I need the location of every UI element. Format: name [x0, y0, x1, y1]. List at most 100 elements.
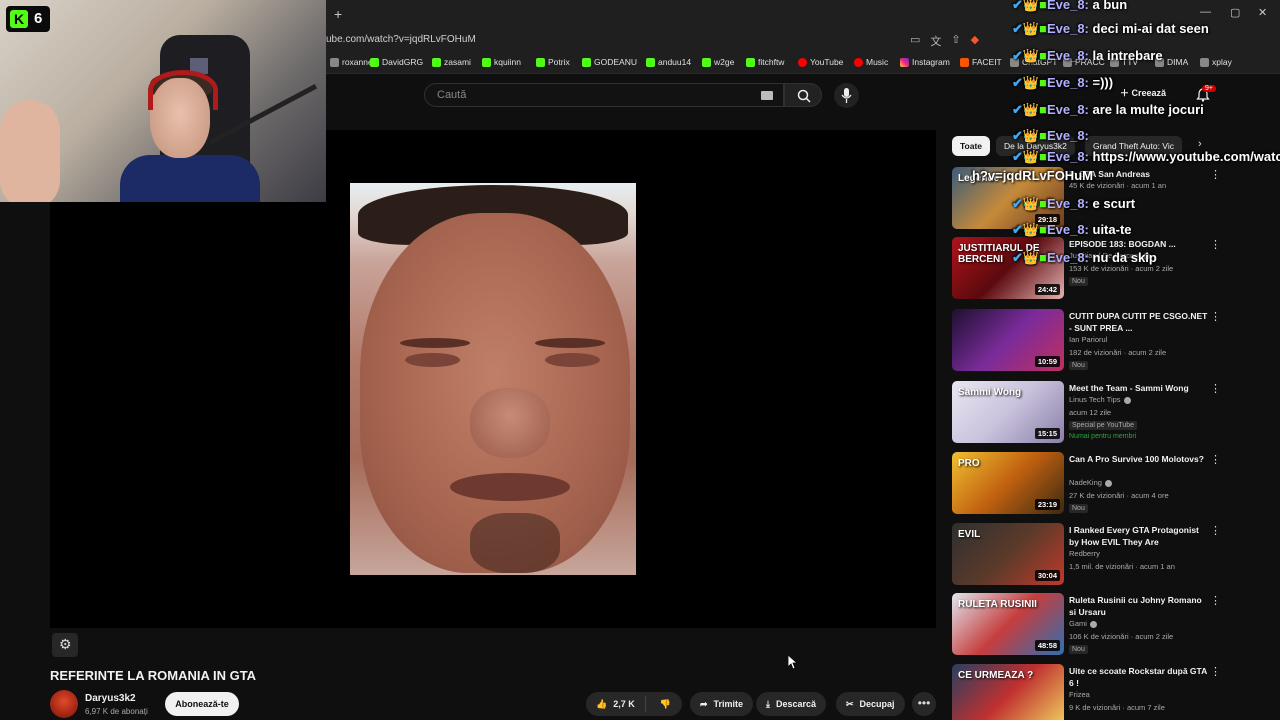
video-title[interactable]: CUTIT DUPA CUTIT PE CSGO.NET - SUNT PREA…	[1069, 310, 1209, 334]
bookmark-anduu14[interactable]: anduu14	[646, 57, 691, 67]
close-window-icon[interactable]: ✕	[1258, 6, 1267, 19]
video-thumbnail[interactable]: EVIL 30:04	[952, 523, 1064, 585]
crown-badge-icon: 👑	[1022, 48, 1040, 63]
verified-icon	[1104, 479, 1112, 487]
bookmark-davidgrg[interactable]: DavidGRG	[370, 57, 423, 67]
more-vertical-icon[interactable]: ⋮	[1210, 594, 1221, 607]
more-vertical-icon[interactable]: ⋮	[1210, 238, 1221, 251]
keyboard-icon[interactable]	[761, 91, 773, 100]
chat-username: Eve_8:	[1046, 250, 1089, 265]
like-dislike-group: 👍 2,7 K 👎	[586, 692, 682, 716]
more-vertical-icon[interactable]: ⋮	[1210, 168, 1221, 181]
kick-icon	[702, 57, 711, 67]
bookmark-potrix[interactable]: Potrix	[536, 57, 570, 67]
bookmark-roxanne[interactable]: roxanne	[330, 57, 373, 67]
channel-name[interactable]: Daryus3k2	[85, 693, 136, 704]
video-title[interactable]: Can A Pro Survive 100 Molotovs?	[1069, 453, 1209, 465]
more-vertical-icon[interactable]: ⋮	[1210, 310, 1221, 323]
recommended-video[interactable]: 10:59 CUTIT DUPA CUTIT PE CSGO.NET - SUNT…	[952, 309, 1222, 373]
video-thumbnail[interactable]: Sammi Wong 15:15	[952, 381, 1064, 443]
share-icon[interactable]: ⇧	[951, 33, 960, 49]
more-vertical-icon[interactable]: ⋮	[1210, 665, 1221, 678]
recommended-video[interactable]: PRO 23:19 Can A Pro Survive 100 Molotovs? N…	[952, 452, 1222, 516]
bookmark-instagram[interactable]: Instagram	[900, 57, 950, 67]
recommended-video[interactable]: CE URMEAZA ? Uite ce scoate Rockstar după…	[952, 664, 1222, 720]
channel-name[interactable]: Linus Tech Tips	[1069, 395, 1131, 404]
video-player[interactable]	[50, 130, 936, 628]
bookmark-w2ge[interactable]: w2ge	[702, 57, 734, 67]
channel-avatar[interactable]	[50, 690, 78, 718]
minimize-icon[interactable]: —	[1200, 6, 1211, 18]
bookmark-kquiinn[interactable]: kquiinn	[482, 57, 521, 67]
url-text[interactable]: ube.com/watch?v=jqdRLvFOHuM	[326, 34, 476, 45]
recommended-video[interactable]: EVIL 30:04 I Ranked Every GTA Protagonist …	[952, 523, 1222, 587]
video-thumbnail[interactable]: PRO 23:19	[952, 452, 1064, 514]
chat-username: Eve_8:	[1046, 128, 1089, 143]
bookmark-label: DavidGRG	[382, 57, 424, 67]
more-actions-button[interactable]: •••	[912, 692, 936, 716]
bookmark-faceit[interactable]: FACEIT	[960, 57, 1002, 67]
dislike-button[interactable]: 👎	[652, 699, 671, 710]
search-button[interactable]	[784, 83, 822, 107]
chat-username: Eve_8:	[1046, 102, 1089, 117]
verified-badge-icon: ✔	[1012, 128, 1023, 143]
channel-name[interactable]: Gami	[1069, 619, 1097, 628]
bookmark-fitchftw[interactable]: fitchftw	[746, 57, 784, 67]
sub-badge-icon: ■	[1039, 149, 1047, 164]
kick-logo-icon: K	[10, 10, 28, 28]
channel-name[interactable]: Ian Pariorul	[1069, 335, 1107, 344]
more-vertical-icon[interactable]: ⋮	[1210, 382, 1221, 395]
video-thumbnail[interactable]: JUSTITIARUL DE BERCENI 24:42	[952, 237, 1064, 299]
mouse-cursor-icon	[788, 655, 798, 670]
sub-badge-icon: ■	[1039, 0, 1047, 12]
channel-name[interactable]: Redberry	[1069, 549, 1100, 558]
video-thumbnail[interactable]: 10:59	[952, 309, 1064, 371]
more-vertical-icon[interactable]: ⋮	[1210, 524, 1221, 537]
channel-name[interactable]: Frizea	[1069, 690, 1090, 699]
bookmark-xplay[interactable]: xplay	[1200, 57, 1232, 67]
video-thumbnail[interactable]: RULETA RUSINII 48:58	[952, 593, 1064, 655]
recommended-video[interactable]: Sammi Wong 15:15 Meet the Team - Sammi Won…	[952, 381, 1222, 445]
translate-icon[interactable]: 文	[930, 33, 941, 49]
like-count: 2,7 K	[613, 699, 635, 709]
filter-chip[interactable]: Toate	[952, 136, 991, 156]
like-button[interactable]: 👍 2,7 K	[586, 696, 646, 712]
voice-search-button[interactable]	[834, 83, 859, 108]
brave-shield-icon[interactable]: ◆	[971, 33, 979, 49]
video-meta: 182 de vizionări · acum 2 zile	[1069, 348, 1167, 357]
clip-button[interactable]: ✂ Decupaj	[836, 692, 905, 716]
recommended-video[interactable]: RULETA RUSINII 48:58 Ruleta Rusinii cu Joh…	[952, 593, 1222, 657]
search-input[interactable]: Caută	[424, 83, 784, 107]
bookmark-label: w2ge	[714, 57, 735, 67]
subscribe-button[interactable]: Abonează-te	[165, 692, 239, 716]
player-settings-button[interactable]: ⚙	[52, 633, 78, 657]
video-title[interactable]: I Ranked Every GTA Protagonist by How EV…	[1069, 524, 1209, 548]
channel-name[interactable]: NadeKing	[1069, 478, 1112, 487]
maximize-icon[interactable]: ▢	[1230, 6, 1240, 19]
share-button[interactable]: ➦ Trimite	[690, 692, 754, 716]
bookmark-youtube[interactable]: YouTube	[798, 57, 843, 67]
bookmark-godeanu[interactable]: GODEANU	[582, 57, 637, 67]
download-button[interactable]: ⤓ Descarcă	[756, 692, 827, 716]
recommended-video[interactable]: JUSTITIARUL DE BERCENI 24:42 EPISODE 183: …	[952, 237, 1222, 301]
more-vertical-icon[interactable]: ⋮	[1210, 453, 1221, 466]
video-thumbnail[interactable]: CE URMEAZA ?	[952, 664, 1064, 720]
video-title[interactable]: Ruleta Rusinii cu Johny Romano si Ursaru	[1069, 594, 1209, 618]
video-title[interactable]: EPISODE 183: BOGDAN ...	[1069, 238, 1209, 250]
video-title[interactable]: Uite ce scoate Rockstar după GTA 6 !	[1069, 665, 1209, 689]
bookmark-zasami[interactable]: zasami	[432, 57, 471, 67]
verified-badge-icon: ✔	[1012, 102, 1023, 117]
chat-text: deci mi-ai dat seen	[1092, 21, 1209, 36]
streamer-arm	[0, 100, 60, 202]
cast-icon[interactable]: ▭	[910, 33, 920, 49]
thumbnail-text: EVIL	[958, 529, 981, 540]
duration-badge: 15:15	[1034, 428, 1060, 439]
new-tab-button[interactable]: +	[334, 6, 342, 22]
chat-username: Eve_8:	[1046, 21, 1089, 36]
video-title[interactable]: Meet the Team - Sammi Wong	[1069, 382, 1209, 394]
bookmark-music[interactable]: Music	[854, 57, 888, 67]
chat-message: ✔👑■Eve_8: are la multe jocuri	[1012, 102, 1204, 118]
search-icon	[797, 89, 811, 103]
verified-icon	[1089, 620, 1097, 628]
chat-username: Eve_8:	[1046, 196, 1089, 211]
